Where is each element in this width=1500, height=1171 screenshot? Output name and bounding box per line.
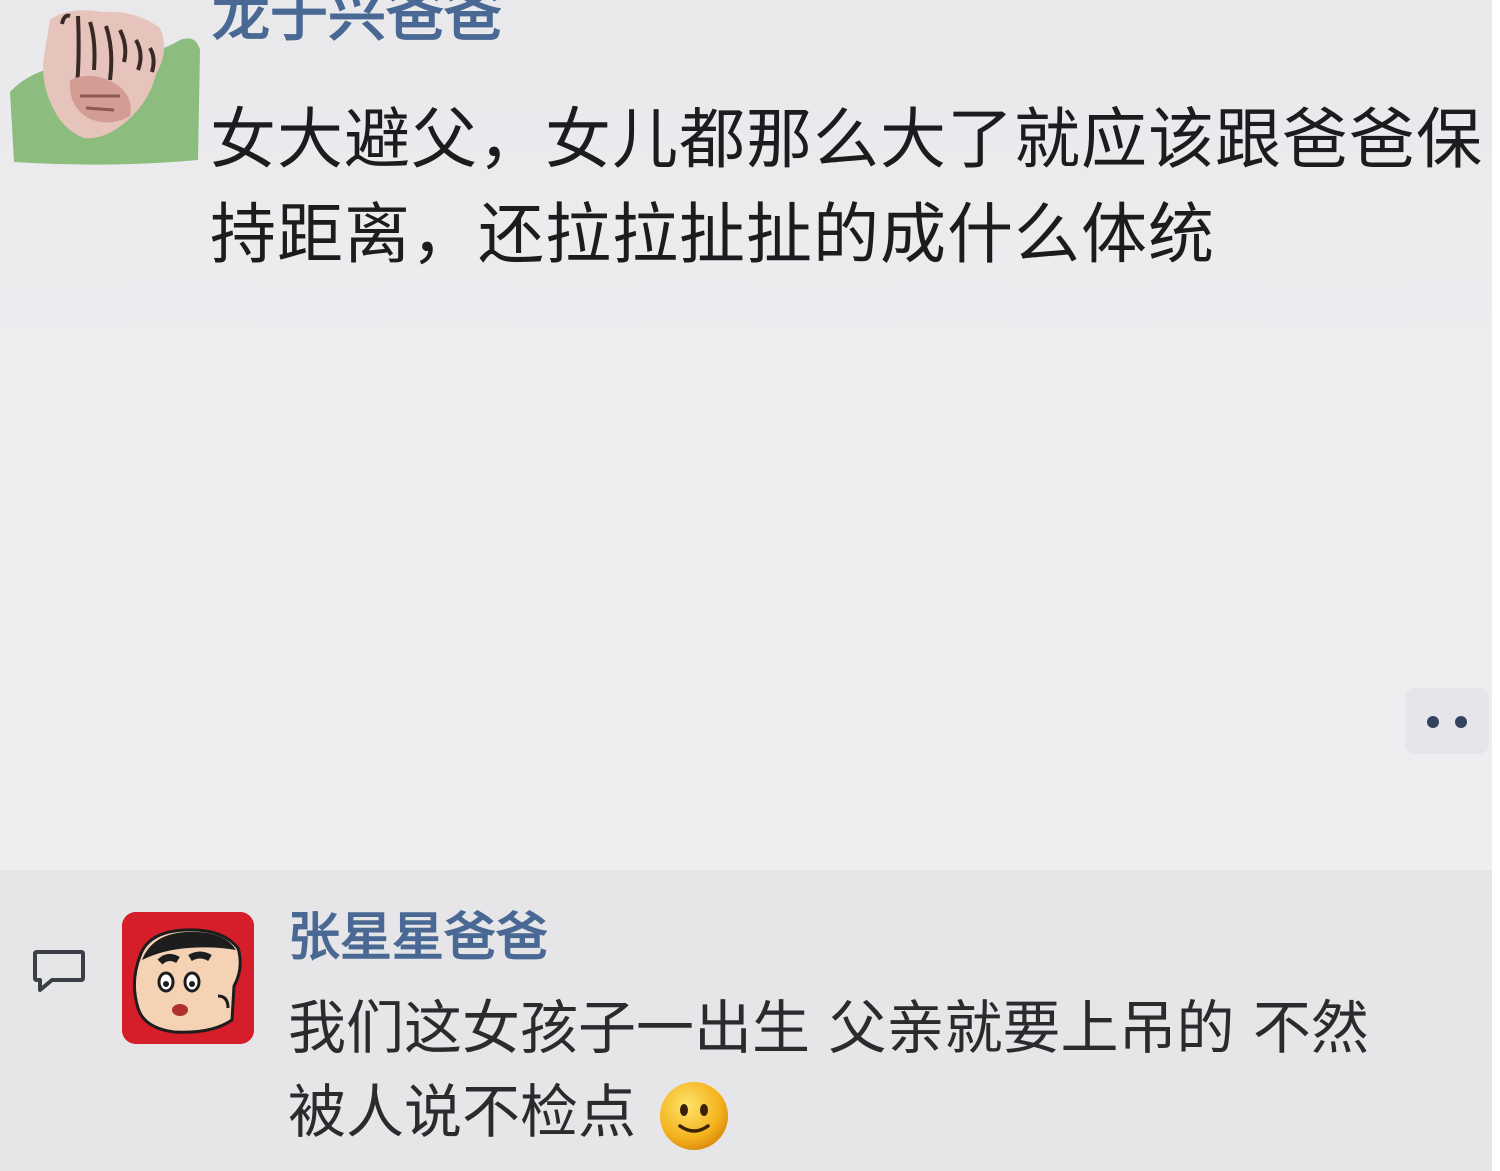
comment-text: 被人说不检点 bbox=[288, 1078, 637, 1146]
comment-text-line: 持距离，还拉拉扯扯的成什么体统 bbox=[210, 196, 1215, 273]
username[interactable]: 张星星爸爸 bbox=[288, 906, 548, 970]
more-dots-icon[interactable] bbox=[1405, 688, 1489, 754]
comment-text-line-with-emoji: 被人说不检点 bbox=[288, 1076, 732, 1154]
comment-thread: 龙于兴爸爸 女大避父，女儿都那么大了就应该跟爸爸保 持距离，还拉拉扯扯的成什么体… bbox=[0, 0, 1492, 1171]
smiling-face-emoji-icon bbox=[660, 1081, 729, 1150]
comment-text-line: 女大避父，女儿都那么大了就应该跟爸爸保 bbox=[210, 101, 1483, 178]
comment-item-1: 龙于兴爸爸 女大避父，女儿都那么大了就应该跟爸爸保 持距离，还拉拉扯扯的成什么体… bbox=[0, 0, 1492, 870]
avatar[interactable] bbox=[10, 0, 200, 170]
avatar[interactable] bbox=[122, 912, 254, 1044]
comment-text-line: 我们这女孩子一出生 父亲就要上吊的 不然 bbox=[288, 994, 1369, 1062]
comment-bubble-icon[interactable] bbox=[32, 948, 86, 994]
username[interactable]: 龙于兴爸爸 bbox=[212, 0, 502, 50]
